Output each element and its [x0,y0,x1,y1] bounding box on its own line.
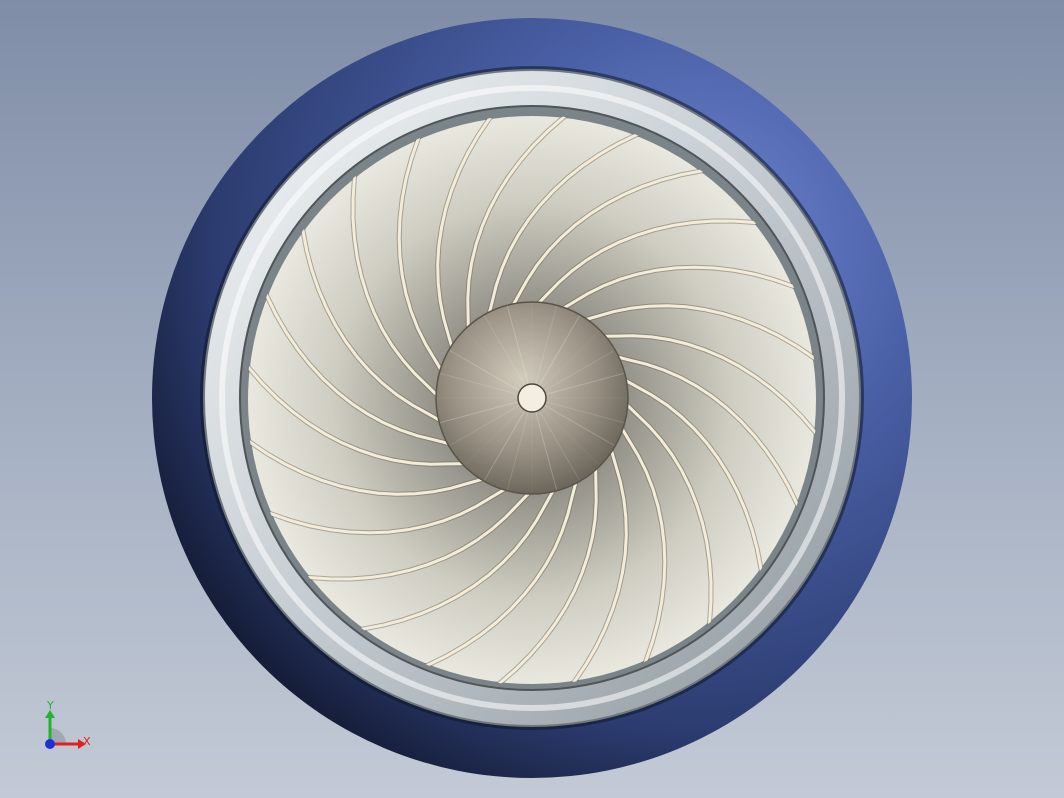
triad-y-label: Y [47,699,54,712]
triad-z-axis [45,739,55,749]
spinner-tip[interactable] [517,383,547,413]
axis-triad: X Y [36,698,106,758]
graphics-viewport[interactable]: X Y [0,0,1064,798]
fan-model[interactable] [0,0,1064,798]
triad-x-label: X [83,735,91,748]
